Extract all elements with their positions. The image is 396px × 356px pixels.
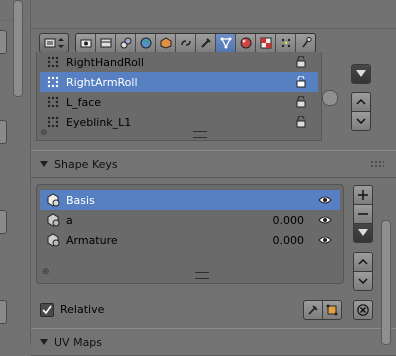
relative-label: Relative: [60, 303, 105, 316]
properties-icon: [44, 38, 64, 48]
arrow-down-icon: [356, 118, 366, 124]
chevron-down-icon: [356, 70, 366, 77]
world-icon[interactable]: [136, 34, 156, 52]
scene-icon[interactable]: [96, 34, 116, 52]
editor-type-selector[interactable]: [39, 33, 69, 53]
clear-shape-keys-button[interactable]: [353, 300, 373, 320]
texture-icon[interactable]: [256, 34, 276, 52]
list-item[interactable]: L_face: [40, 92, 318, 112]
lock-icon[interactable]: [294, 75, 308, 89]
list-item[interactable]: Basis: [40, 190, 340, 210]
relative-checkbox[interactable]: [40, 303, 54, 317]
uv-maps-panel-header[interactable]: UV Maps: [31, 328, 396, 356]
vertex-group-name: Eyeblink_L1: [66, 115, 132, 129]
shape-key-icon: [46, 193, 60, 207]
eye-icon[interactable]: [318, 194, 332, 206]
list-item[interactable]: Armature 0.000: [40, 230, 340, 250]
move-down-button[interactable]: [352, 112, 370, 130]
shape-key-icon: [46, 233, 60, 247]
constraints-icon[interactable]: [176, 34, 196, 52]
shape-edit-mode-button[interactable]: [322, 300, 342, 320]
close-icon: [357, 304, 369, 316]
context-bar: [39, 32, 316, 54]
vertex-group-menu-button[interactable]: [351, 64, 371, 84]
shape-key-name: Armature: [66, 233, 118, 247]
eye-icon[interactable]: [318, 234, 332, 246]
lock-icon[interactable]: [294, 55, 308, 69]
side-tab[interactable]: [0, 210, 7, 234]
shape-key-name: Basis: [66, 193, 95, 207]
list-item[interactable]: RightHandRoll: [40, 52, 318, 72]
move-up-button[interactable]: [352, 93, 370, 112]
list-item[interactable]: RightArmRoll: [40, 72, 318, 92]
vertex-group-list: RightHandRoll RightArmRoll L_face Eyebli…: [36, 52, 322, 141]
drag-handle-icon[interactable]: [370, 160, 384, 168]
collapse-arrow-icon: [40, 161, 48, 167]
vertex-list-scroll: [322, 52, 338, 140]
vertex-group-icon: [46, 95, 60, 109]
left-scrollbar[interactable]: [13, 0, 23, 97]
minus-icon: [358, 213, 368, 215]
vertex-group-icon: [46, 115, 60, 129]
list-resize-grip[interactable]: [195, 272, 209, 279]
particles-icon[interactable]: [276, 34, 296, 52]
render-icon[interactable]: [76, 34, 96, 52]
context-tabs: [75, 33, 316, 53]
list-resize-grip[interactable]: [193, 131, 207, 138]
move-buttons: [351, 92, 371, 131]
shape-key-name: a: [66, 213, 73, 227]
vertex-group-icon: [46, 75, 60, 89]
checkmark-icon: [42, 305, 52, 315]
move-down-button[interactable]: [354, 272, 372, 290]
arrow-up-icon: [358, 259, 368, 265]
shape-key-icon: [46, 213, 60, 227]
resize-corner-icon[interactable]: ⊕: [40, 128, 48, 138]
object-icon[interactable]: [156, 34, 176, 52]
vertex-group-name: RightHandRoll: [66, 55, 144, 69]
list-item[interactable]: a 0.000: [40, 210, 340, 230]
panel-title: Shape Keys: [54, 157, 118, 171]
edit-mode-icon: [326, 304, 338, 316]
shape-key-value[interactable]: 0.000: [264, 214, 305, 227]
editor-header: [31, 0, 396, 29]
add-shape-key-button[interactable]: [354, 186, 372, 205]
remove-shape-key-button[interactable]: [354, 205, 372, 224]
side-tab[interactable]: [0, 30, 7, 54]
shape-key-add-remove: [353, 185, 373, 243]
side-tab[interactable]: [0, 300, 7, 324]
list-item[interactable]: Eyeblink_L1: [40, 112, 318, 132]
shape-key-menu-button[interactable]: [354, 224, 372, 242]
pin-icon: [308, 305, 318, 315]
data-icon[interactable]: [216, 34, 236, 52]
material-icon[interactable]: [236, 34, 256, 52]
plus-icon: [358, 190, 368, 200]
eye-icon[interactable]: [318, 214, 332, 226]
vertex-group-icon: [46, 55, 60, 69]
left-side-panel: [0, 0, 31, 343]
move-up-button[interactable]: [354, 253, 372, 272]
resize-corner-icon[interactable]: ⊕: [42, 267, 50, 277]
editor-scrollbar[interactable]: [381, 220, 391, 345]
arrow-down-icon: [358, 278, 368, 284]
chevron-down-icon: [358, 229, 368, 236]
lock-icon[interactable]: [294, 115, 308, 129]
modifiers-icon[interactable]: [196, 34, 216, 52]
pin-button[interactable]: [303, 300, 323, 320]
shape-keys-panel-header[interactable]: Shape Keys: [31, 150, 396, 178]
side-tab[interactable]: [0, 120, 7, 144]
vertex-group-name: RightArmRoll: [66, 75, 138, 89]
shape-key-value[interactable]: 0.000: [264, 234, 305, 247]
lock-icon[interactable]: [294, 95, 308, 109]
scroll-knob[interactable]: [322, 90, 338, 106]
physics-icon[interactable]: [296, 34, 315, 52]
arrow-up-icon: [356, 99, 366, 105]
vertex-group-name: L_face: [66, 95, 102, 109]
shape-key-move-buttons: [353, 252, 373, 291]
render-layers-icon[interactable]: [116, 34, 136, 52]
panel-title: UV Maps: [54, 335, 103, 349]
collapse-arrow-icon: [40, 339, 48, 345]
shape-key-list: Basis a 0.000 Armature 0.000 ⊕: [36, 184, 344, 284]
properties-editor: RightHandRoll RightArmRoll L_face Eyebli…: [31, 0, 396, 356]
